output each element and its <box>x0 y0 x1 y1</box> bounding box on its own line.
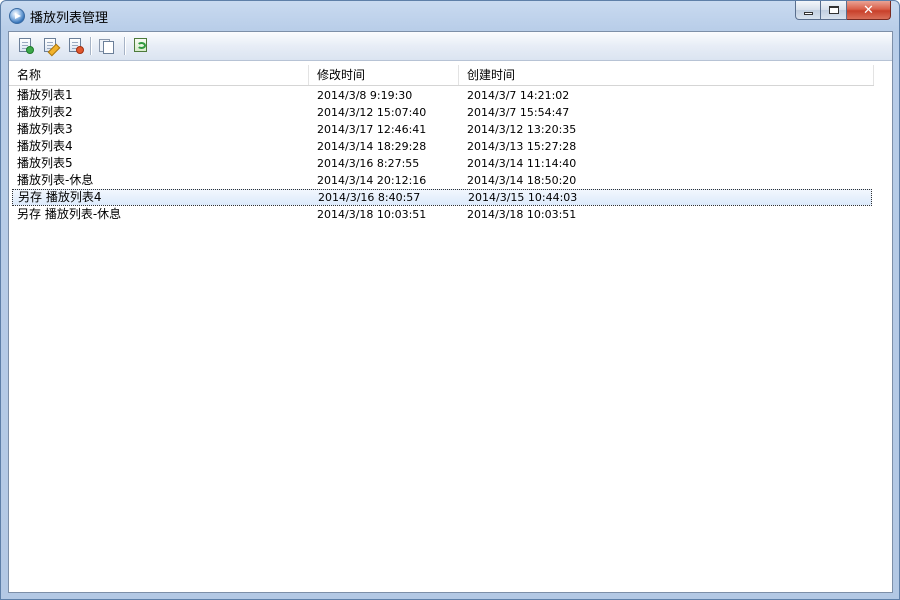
cell-modified: 2014/3/18 10:03:51 <box>317 208 427 221</box>
toolbar-separator <box>90 37 92 55</box>
title-bar[interactable]: 播放列表管理 ✕ <box>1 1 899 31</box>
cell-modified: 2014/3/14 20:12:16 <box>317 174 427 187</box>
add-badge-icon <box>26 46 34 54</box>
cell-created: 2014/3/12 13:20:35 <box>467 123 577 136</box>
cell-name: 播放列表4 <box>17 139 73 153</box>
copy-icon <box>103 41 114 54</box>
cell-modified: 2014/3/16 8:27:55 <box>317 157 420 170</box>
add-playlist-button[interactable] <box>18 38 34 54</box>
app-icon <box>9 8 25 24</box>
cell-created: 2014/3/15 10:44:03 <box>468 191 578 204</box>
table-row[interactable]: 播放列表5 2014/3/16 8:27:55 2014/3/14 11:14:… <box>9 155 892 172</box>
cell-modified: 2014/3/17 12:46:41 <box>317 123 427 136</box>
playlist-table: 名称 修改时间 创建时间 播放列表1 2014/3/8 9:19:30 2014… <box>9 61 892 592</box>
cell-created: 2014/3/7 14:21:02 <box>467 89 570 102</box>
cell-name: 另存 播放列表4 <box>18 190 102 204</box>
cell-created: 2014/3/14 11:14:40 <box>467 157 577 170</box>
close-button[interactable]: ✕ <box>847 1 891 20</box>
table-row[interactable]: 播放列表-休息 2014/3/14 20:12:16 2014/3/14 18:… <box>9 172 892 189</box>
copy-playlist-button[interactable] <box>99 38 115 54</box>
maximize-button[interactable] <box>821 1 847 20</box>
cell-modified: 2014/3/16 8:40:57 <box>318 191 421 204</box>
toolbar-separator <box>124 37 126 55</box>
cell-created: 2014/3/13 15:27:28 <box>467 140 577 153</box>
refresh-playlist-button[interactable] <box>133 38 149 54</box>
client-area: 名称 修改时间 创建时间 播放列表1 2014/3/8 9:19:30 2014… <box>8 31 893 593</box>
table-row-selected[interactable]: 另存 播放列表4 2014/3/16 8:40:57 2014/3/15 10:… <box>12 189 872 206</box>
minimize-icon <box>803 11 813 15</box>
toolbar <box>9 32 892 61</box>
cell-modified: 2014/3/14 18:29:28 <box>317 140 427 153</box>
delete-badge-icon <box>76 46 84 54</box>
cell-name: 另存 播放列表-休息 <box>17 207 122 221</box>
table-row[interactable]: 播放列表4 2014/3/14 18:29:28 2014/3/13 15:27… <box>9 138 892 155</box>
close-icon: ✕ <box>863 2 874 18</box>
cell-name: 播放列表3 <box>17 122 73 136</box>
refresh-arrow-icon <box>137 42 146 49</box>
table-row[interactable]: 播放列表3 2014/3/17 12:46:41 2014/3/12 13:20… <box>9 121 892 138</box>
cell-name: 播放列表1 <box>17 88 73 102</box>
cell-modified: 2014/3/8 9:19:30 <box>317 89 413 102</box>
cell-name: 播放列表2 <box>17 105 73 119</box>
cell-created: 2014/3/14 18:50:20 <box>467 174 577 187</box>
column-header-modified[interactable]: 修改时间 <box>309 65 459 85</box>
maximize-icon <box>828 6 839 14</box>
column-header-name[interactable]: 名称 <box>9 65 309 85</box>
table-row[interactable]: 播放列表2 2014/3/12 15:07:40 2014/3/7 15:54:… <box>9 104 892 121</box>
table-body: 播放列表1 2014/3/8 9:19:30 2014/3/7 14:21:02… <box>9 87 892 223</box>
window-controls: ✕ <box>795 1 891 20</box>
minimize-button[interactable] <box>795 1 821 20</box>
cell-name: 播放列表5 <box>17 156 73 170</box>
column-header-created[interactable]: 创建时间 <box>459 65 874 85</box>
table-row[interactable]: 播放列表1 2014/3/8 9:19:30 2014/3/7 14:21:02 <box>9 87 892 104</box>
cell-name: 播放列表-休息 <box>17 173 94 187</box>
cell-created: 2014/3/18 10:03:51 <box>467 208 577 221</box>
delete-playlist-button[interactable] <box>68 38 84 54</box>
edit-playlist-button[interactable] <box>43 38 61 57</box>
window-title: 播放列表管理 <box>30 11 109 26</box>
cell-created: 2014/3/7 15:54:47 <box>467 106 570 119</box>
playlist-manager-window: 播放列表管理 ✕ 名称 修改时间 创建时间 播放列表1 2014/3/8 9:1… <box>0 0 900 600</box>
cell-modified: 2014/3/12 15:07:40 <box>317 106 427 119</box>
table-header: 名称 修改时间 创建时间 <box>9 65 874 86</box>
table-row[interactable]: 另存 播放列表-休息 2014/3/18 10:03:51 2014/3/18 … <box>9 206 892 223</box>
